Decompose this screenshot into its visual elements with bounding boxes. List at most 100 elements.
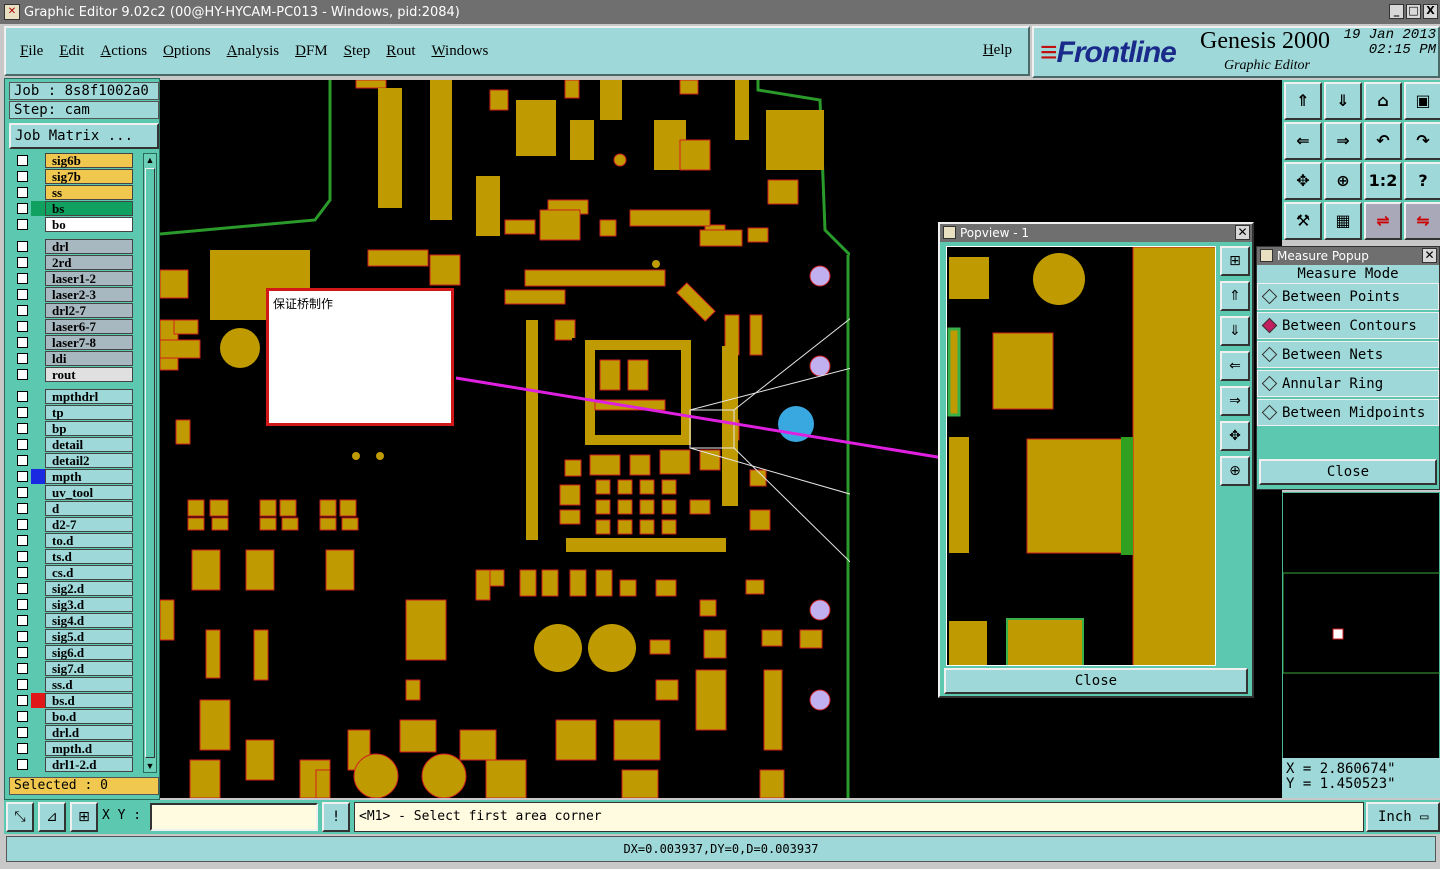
layer-checkbox[interactable] [17, 487, 28, 498]
layer-checkbox[interactable] [17, 743, 28, 754]
layer-color-swatch[interactable] [31, 677, 45, 692]
layer-checkbox[interactable] [17, 535, 28, 546]
layer-name[interactable]: mpthdrl [45, 389, 133, 404]
layer-checkbox[interactable] [17, 567, 28, 578]
menu-edit[interactable]: Edit [59, 43, 84, 60]
layer-checkbox[interactable] [17, 599, 28, 610]
layer-name[interactable]: tp [45, 405, 133, 420]
layer-name[interactable]: ldi [45, 351, 133, 366]
layer-checkbox[interactable] [17, 257, 28, 268]
layer-color-swatch[interactable] [31, 693, 45, 708]
layer-color-swatch[interactable] [31, 469, 45, 484]
layer-name[interactable]: 2rd [45, 255, 133, 270]
layer-checkbox[interactable] [17, 631, 28, 642]
layer-row[interactable]: bp [9, 421, 137, 437]
layer-row[interactable]: sig3.d [9, 597, 137, 613]
layer-name[interactable]: sig7b [45, 169, 133, 184]
measure-tool-icon[interactable]: ⊿ [38, 802, 66, 832]
layer-checkbox[interactable] [17, 759, 28, 770]
layer-row[interactable]: drl1-2.d [9, 757, 137, 773]
layer-color-swatch[interactable] [31, 405, 45, 420]
scale-1-2-icon[interactable]: 1:2 [1364, 162, 1402, 200]
layer-color-swatch[interactable] [31, 201, 45, 216]
layer-name[interactable]: drl.d [45, 725, 133, 740]
layer-checkbox[interactable] [17, 353, 28, 364]
layer-row[interactable]: cs.d [9, 565, 137, 581]
layer-name[interactable]: bs [45, 201, 133, 216]
layer-name[interactable]: sig6b [45, 153, 133, 168]
layer-row[interactable]: laser7-8 [9, 335, 137, 351]
net2-icon[interactable]: ⇋ [1404, 202, 1440, 240]
minimize-button[interactable]: _ [1389, 4, 1404, 19]
layer-color-swatch[interactable] [31, 629, 45, 644]
layer-color-swatch[interactable] [31, 661, 45, 676]
graphic-canvas[interactable] [160, 80, 850, 798]
layer-color-swatch[interactable] [31, 501, 45, 516]
layer-checkbox[interactable] [17, 203, 28, 214]
layer-checkbox[interactable] [17, 583, 28, 594]
layer-color-swatch[interactable] [31, 645, 45, 660]
popview-left-icon[interactable]: ⇐ [1220, 351, 1250, 381]
help-icon[interactable]: ? [1404, 162, 1440, 200]
layer-color-swatch[interactable] [31, 549, 45, 564]
layer-row[interactable]: d2-7 [9, 517, 137, 533]
layer-checkbox[interactable] [17, 503, 28, 514]
popview-right-icon[interactable]: ⇒ [1220, 386, 1250, 416]
layer-name[interactable]: detail2 [45, 453, 133, 468]
layer-color-swatch[interactable] [31, 709, 45, 724]
layer-name[interactable]: laser1-2 [45, 271, 133, 286]
layer-name[interactable]: sig2.d [45, 581, 133, 596]
popview-zoom-icon[interactable]: ⊞ [1220, 246, 1250, 276]
menu-dfm[interactable]: DFM [295, 43, 328, 60]
layer-checkbox[interactable] [17, 407, 28, 418]
layer-row[interactable]: sig6.d [9, 645, 137, 661]
layer-name[interactable]: mpth.d [45, 741, 133, 756]
layer-name[interactable]: sig4.d [45, 613, 133, 628]
layer-row[interactable]: 2rd [9, 255, 137, 271]
layer-name[interactable]: bo.d [45, 709, 133, 724]
layer-color-swatch[interactable] [31, 287, 45, 302]
layer-checkbox[interactable] [17, 187, 28, 198]
measure-option[interactable]: Between Contours [1257, 312, 1439, 339]
measure-option[interactable]: Between Nets [1257, 341, 1439, 368]
job-matrix-button[interactable]: Job Matrix ... [9, 123, 159, 149]
unit-selector[interactable]: Inch ▭ [1366, 802, 1440, 832]
measure-option[interactable]: Annular Ring [1257, 370, 1439, 397]
scroll-down-icon[interactable]: ▼ [144, 760, 156, 772]
layer-name[interactable]: sig5.d [45, 629, 133, 644]
menu-options[interactable]: Options [163, 43, 211, 60]
scroll-thumb[interactable] [145, 168, 155, 758]
layer-checkbox[interactable] [17, 679, 28, 690]
layer-name[interactable]: sig3.d [45, 597, 133, 612]
maximize-button[interactable]: □ [1406, 4, 1421, 19]
tools-icon[interactable]: ⚒ [1284, 202, 1322, 240]
layer-color-swatch[interactable] [31, 319, 45, 334]
layer-color-swatch[interactable] [31, 597, 45, 612]
layer-name[interactable]: d2-7 [45, 517, 133, 532]
layer-row[interactable]: drl [9, 239, 137, 255]
layer-row[interactable]: sig4.d [9, 613, 137, 629]
layer-row[interactable]: ss.d [9, 677, 137, 693]
layer-row[interactable]: sig5.d [9, 629, 137, 645]
layer-checkbox[interactable] [17, 423, 28, 434]
layer-row[interactable]: detail2 [9, 453, 137, 469]
layer-checkbox[interactable] [17, 647, 28, 658]
scroll-up-icon[interactable]: ▲ [144, 154, 156, 166]
layer-checkbox[interactable] [17, 551, 28, 562]
layer-checkbox[interactable] [17, 337, 28, 348]
layer-color-swatch[interactable] [31, 389, 45, 404]
layer-name[interactable]: ss.d [45, 677, 133, 692]
layer-color-swatch[interactable] [31, 517, 45, 532]
layer-row[interactable]: bs [9, 201, 137, 217]
layer-checkbox[interactable] [17, 369, 28, 380]
layer-color-swatch[interactable] [31, 421, 45, 436]
grid-icon[interactable]: ▦ [1324, 202, 1362, 240]
layer-row[interactable]: detail [9, 437, 137, 453]
layer-row[interactable]: ss [9, 185, 137, 201]
grid-snap-icon[interactable]: ⊞ [70, 802, 98, 832]
layer-row[interactable]: sig2.d [9, 581, 137, 597]
popview-fit-icon[interactable]: ✥ [1220, 421, 1250, 451]
popview-down-icon[interactable]: ⇓ [1220, 316, 1250, 346]
annotation-note[interactable]: 保证桥制作 [266, 288, 454, 426]
menu-windows[interactable]: Windows [431, 43, 488, 60]
